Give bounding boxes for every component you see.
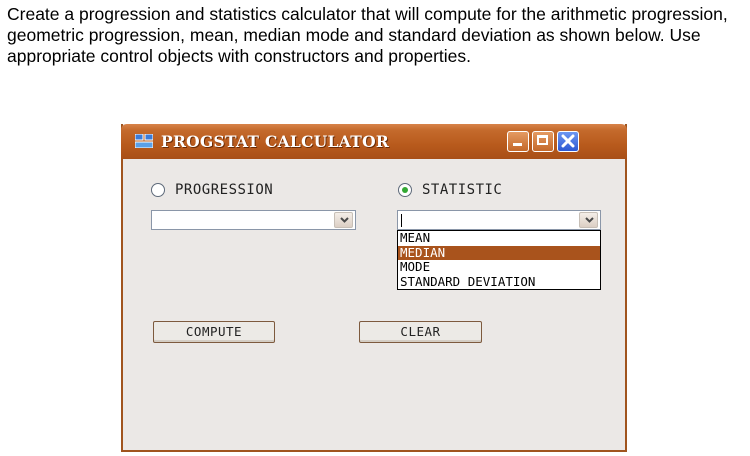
compute-button[interactable]: COMPUTE	[153, 321, 275, 343]
list-item[interactable]: MEAN	[398, 231, 600, 246]
chevron-down-icon	[585, 217, 594, 223]
progression-radio[interactable]	[151, 183, 165, 197]
close-button[interactable]	[557, 131, 579, 152]
progstat-window: PROGSTAT CALCULATOR PROGRESSION STATISTI…	[121, 124, 627, 452]
minimize-icon	[513, 143, 522, 146]
minimize-button[interactable]	[507, 131, 529, 152]
progression-label: PROGRESSION	[175, 182, 274, 198]
statistic-dropdown-button[interactable]	[579, 212, 598, 228]
statistic-radio[interactable]	[398, 183, 412, 197]
clear-button[interactable]: CLEAR	[359, 321, 482, 343]
progression-combobox[interactable]	[151, 210, 356, 230]
list-item[interactable]: STANDARD DEVIATION	[398, 274, 600, 290]
progression-dropdown-button[interactable]	[334, 212, 353, 228]
instruction-text: Create a progression and statistics calc…	[7, 4, 728, 66]
statistic-dropdown-list: MEAN MEDIAN MODE STANDARD DEVIATION	[397, 230, 601, 290]
maximize-button[interactable]	[532, 131, 554, 152]
window-title: PROGSTAT CALCULATOR	[161, 132, 390, 151]
statistic-combobox[interactable]	[397, 210, 601, 230]
list-item-selected[interactable]: MEDIAN	[398, 245, 600, 260]
title-bar[interactable]: PROGSTAT CALCULATOR	[121, 124, 627, 159]
chevron-down-icon	[340, 217, 349, 223]
text-cursor	[401, 214, 402, 227]
app-window-icon	[135, 134, 153, 148]
list-item[interactable]: MODE	[398, 259, 600, 275]
statistic-label: STATISTIC	[422, 182, 503, 198]
progression-option[interactable]: PROGRESSION	[151, 182, 273, 198]
close-icon	[561, 134, 575, 148]
statistic-option[interactable]: STATISTIC	[398, 182, 502, 198]
maximize-icon	[537, 135, 548, 145]
